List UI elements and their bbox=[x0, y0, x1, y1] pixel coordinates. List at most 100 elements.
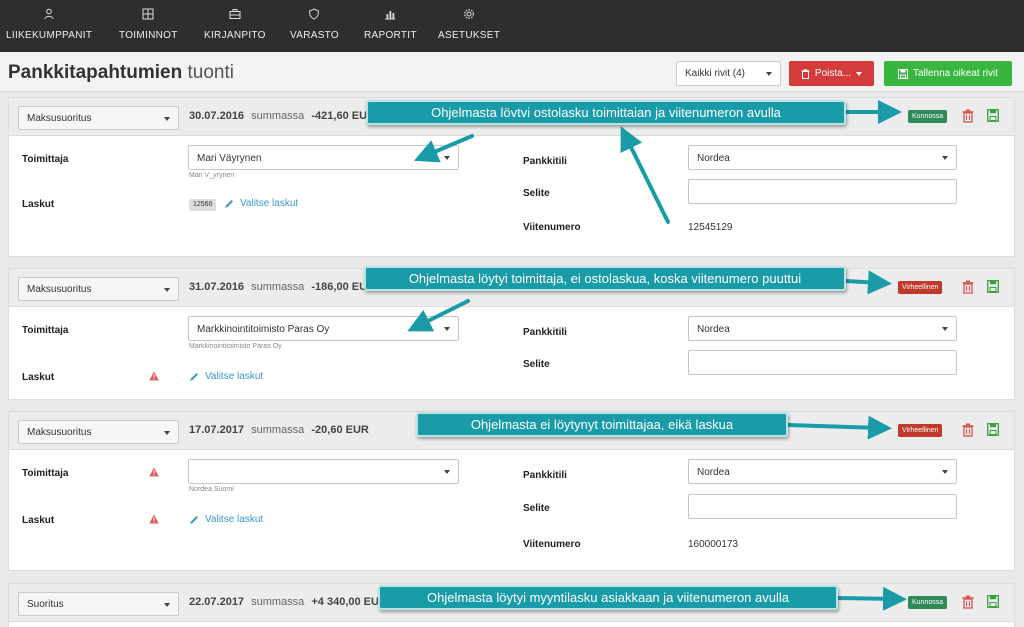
top-navigation: LIIKEKUMPPANIT TOIMINNOT KIRJANPITO VARA… bbox=[0, 0, 1024, 52]
bank-account-label: Pankkitili bbox=[523, 327, 567, 338]
supplier-value: Markkinointitoimisto Paras Oy bbox=[197, 324, 330, 335]
warning-icon bbox=[149, 467, 159, 477]
trash-icon bbox=[801, 68, 810, 79]
nav-label: ASETUKSET bbox=[438, 30, 501, 41]
transaction-type-value: Suoritus bbox=[27, 599, 64, 610]
bank-account-select[interactable]: Nordea bbox=[688, 316, 957, 341]
nav-label: KIRJANPITO bbox=[204, 30, 266, 41]
transaction-type-select[interactable]: Maksusuoritus bbox=[18, 277, 179, 301]
trash-icon[interactable] bbox=[962, 423, 974, 437]
transaction-summary: 17.07.2017 summassa -20,60 EUR bbox=[189, 424, 369, 436]
trash-icon[interactable] bbox=[962, 109, 974, 123]
floppy-icon[interactable] bbox=[987, 595, 999, 608]
grid-icon bbox=[142, 8, 154, 20]
floppy-icon bbox=[897, 68, 908, 79]
nav-label: VARASTO bbox=[290, 30, 339, 41]
supplier-select[interactable] bbox=[188, 459, 459, 484]
choose-invoices-link[interactable]: Valitse laskut bbox=[189, 371, 263, 382]
description-label: Selite bbox=[523, 503, 550, 514]
chevron-down-icon bbox=[856, 71, 863, 76]
pencil-icon bbox=[225, 199, 233, 208]
invoice-chip: 12566 bbox=[189, 199, 217, 211]
page-header: Pankkitapahtumien tuonti Kaikki rivit (4… bbox=[0, 52, 1024, 92]
description-label: Selite bbox=[523, 359, 550, 370]
transaction-type-select[interactable]: Suoritus bbox=[18, 592, 179, 616]
transaction-date: 31.07.2016 bbox=[189, 281, 245, 293]
transaction-type-select[interactable]: Maksusuoritus bbox=[18, 106, 179, 130]
warning-icon bbox=[149, 514, 159, 524]
floppy-icon[interactable] bbox=[987, 280, 999, 293]
transaction-summary: 30.07.2016 summassa -421,60 EUR bbox=[189, 110, 375, 122]
person-icon bbox=[44, 8, 54, 20]
nav-item-toiminnot[interactable]: TOIMINNOT bbox=[119, 8, 178, 41]
transaction-type-value: Maksusuoritus bbox=[27, 427, 92, 438]
transaction-amount: +4 340,00 EUR bbox=[311, 596, 387, 608]
delete-button[interactable]: Poista... bbox=[789, 61, 874, 86]
chevron-down-icon bbox=[444, 156, 450, 160]
description-input[interactable] bbox=[688, 179, 957, 204]
supplier-subtext: Mari V_yrynen bbox=[189, 172, 235, 179]
transaction-summary: 22.07.2017 summassa +4 340,00 EUR bbox=[189, 596, 387, 608]
annotation-callout: Ohjelmasta löytyi toimittaja, ei ostolas… bbox=[364, 266, 846, 291]
chevron-down-icon bbox=[444, 470, 450, 474]
floppy-icon[interactable] bbox=[987, 423, 999, 436]
sum-label: summassa bbox=[251, 596, 305, 608]
supplier-subtext: Nordea Suomi bbox=[189, 486, 234, 493]
bank-account-value: Nordea bbox=[697, 324, 730, 335]
trash-icon[interactable] bbox=[962, 280, 974, 294]
nav-item-varasto[interactable]: VARASTO bbox=[290, 8, 339, 41]
transaction-date: 30.07.2016 bbox=[189, 110, 245, 122]
nav-item-kirjanpito[interactable]: KIRJANPITO bbox=[204, 8, 266, 41]
annotation-text: Ohjelmasta lövtvi ostolasku toimittaian … bbox=[431, 105, 781, 120]
bank-account-label: Pankkitili bbox=[523, 156, 567, 167]
bank-account-select[interactable]: Nordea bbox=[688, 459, 957, 484]
choose-invoices-label: Valitse laskut bbox=[240, 198, 299, 209]
description-input[interactable] bbox=[688, 494, 957, 519]
transaction-date: 17.07.2017 bbox=[189, 424, 245, 436]
reference-label: Viitenumero bbox=[523, 222, 581, 233]
gear-icon bbox=[464, 9, 474, 19]
shield-icon bbox=[309, 8, 320, 20]
reference-value: 12545129 bbox=[688, 222, 733, 233]
briefcase-icon bbox=[229, 9, 241, 19]
nav-label: TOIMINNOT bbox=[119, 30, 178, 41]
nav-item-raportit[interactable]: RAPORTIT bbox=[364, 8, 417, 41]
bank-account-select[interactable]: Nordea bbox=[688, 145, 957, 170]
choose-invoices-link[interactable]: Valitse laskut bbox=[224, 198, 298, 209]
annotation-text: Ohjelmasta löytyi toimittaja, ei ostolas… bbox=[408, 271, 802, 286]
annotation-callout: Ohjelmasta löytyi myyntilasku asiakkaan … bbox=[378, 585, 838, 610]
chevron-down-icon bbox=[164, 288, 170, 292]
annotation-callout: Ohjelmasta ei löytynyt toimittajaa, eikä… bbox=[416, 412, 788, 437]
nav-item-asetukset[interactable]: ASETUKSET bbox=[438, 8, 500, 41]
choose-invoices-link[interactable]: Valitse laskut bbox=[189, 514, 263, 525]
sum-label: summassa bbox=[251, 110, 305, 122]
transaction-date: 22.07.2017 bbox=[189, 596, 245, 608]
choose-invoices-label: Valitse laskut bbox=[205, 514, 264, 525]
supplier-label: Toimittaja bbox=[22, 154, 69, 165]
rows-filter-value: Kaikki rivit (4) bbox=[685, 68, 746, 79]
description-input[interactable] bbox=[688, 350, 957, 375]
trash-icon[interactable] bbox=[962, 595, 974, 609]
status-badge: Virheellinen bbox=[898, 424, 943, 437]
floppy-icon[interactable] bbox=[987, 109, 999, 122]
annotation-text: Ohjelmasta ei löytynyt toimittajaa, eikä… bbox=[470, 417, 734, 432]
save-valid-rows-button[interactable]: Tallenna oikeat rivit bbox=[884, 61, 1012, 86]
annotation-callout: Ohjelmasta lövtvi ostolasku toimittaian … bbox=[366, 100, 846, 125]
invoices-label: Laskut bbox=[22, 515, 55, 526]
chevron-down-icon bbox=[942, 470, 948, 474]
sum-label: summassa bbox=[251, 281, 305, 293]
supplier-select[interactable]: Mari Väyrynen bbox=[188, 145, 459, 170]
page: LIIKEKUMPPANIT TOIMINNOT KIRJANPITO VARA… bbox=[0, 0, 1024, 627]
nav-item-liikekumppanit[interactable]: LIIKEKUMPPANIT bbox=[6, 8, 92, 41]
page-title-bold: Pankkitapahtumien bbox=[8, 62, 183, 83]
rows-filter-select[interactable]: Kaikki rivit (4) bbox=[676, 61, 781, 86]
transaction-type-select[interactable]: Maksusuoritus bbox=[18, 420, 179, 444]
invoices-label: Laskut bbox=[22, 372, 55, 383]
supplier-select[interactable]: Markkinointitoimisto Paras Oy bbox=[188, 316, 459, 341]
status-badge: Kunnossa bbox=[908, 110, 948, 123]
nav-label: LIIKEKUMPPANIT bbox=[6, 30, 93, 41]
chevron-down-icon bbox=[444, 327, 450, 331]
reference-label: Viitenumero bbox=[523, 539, 581, 550]
invoices-label: Laskut bbox=[22, 199, 55, 210]
chevron-down-icon bbox=[942, 327, 948, 331]
